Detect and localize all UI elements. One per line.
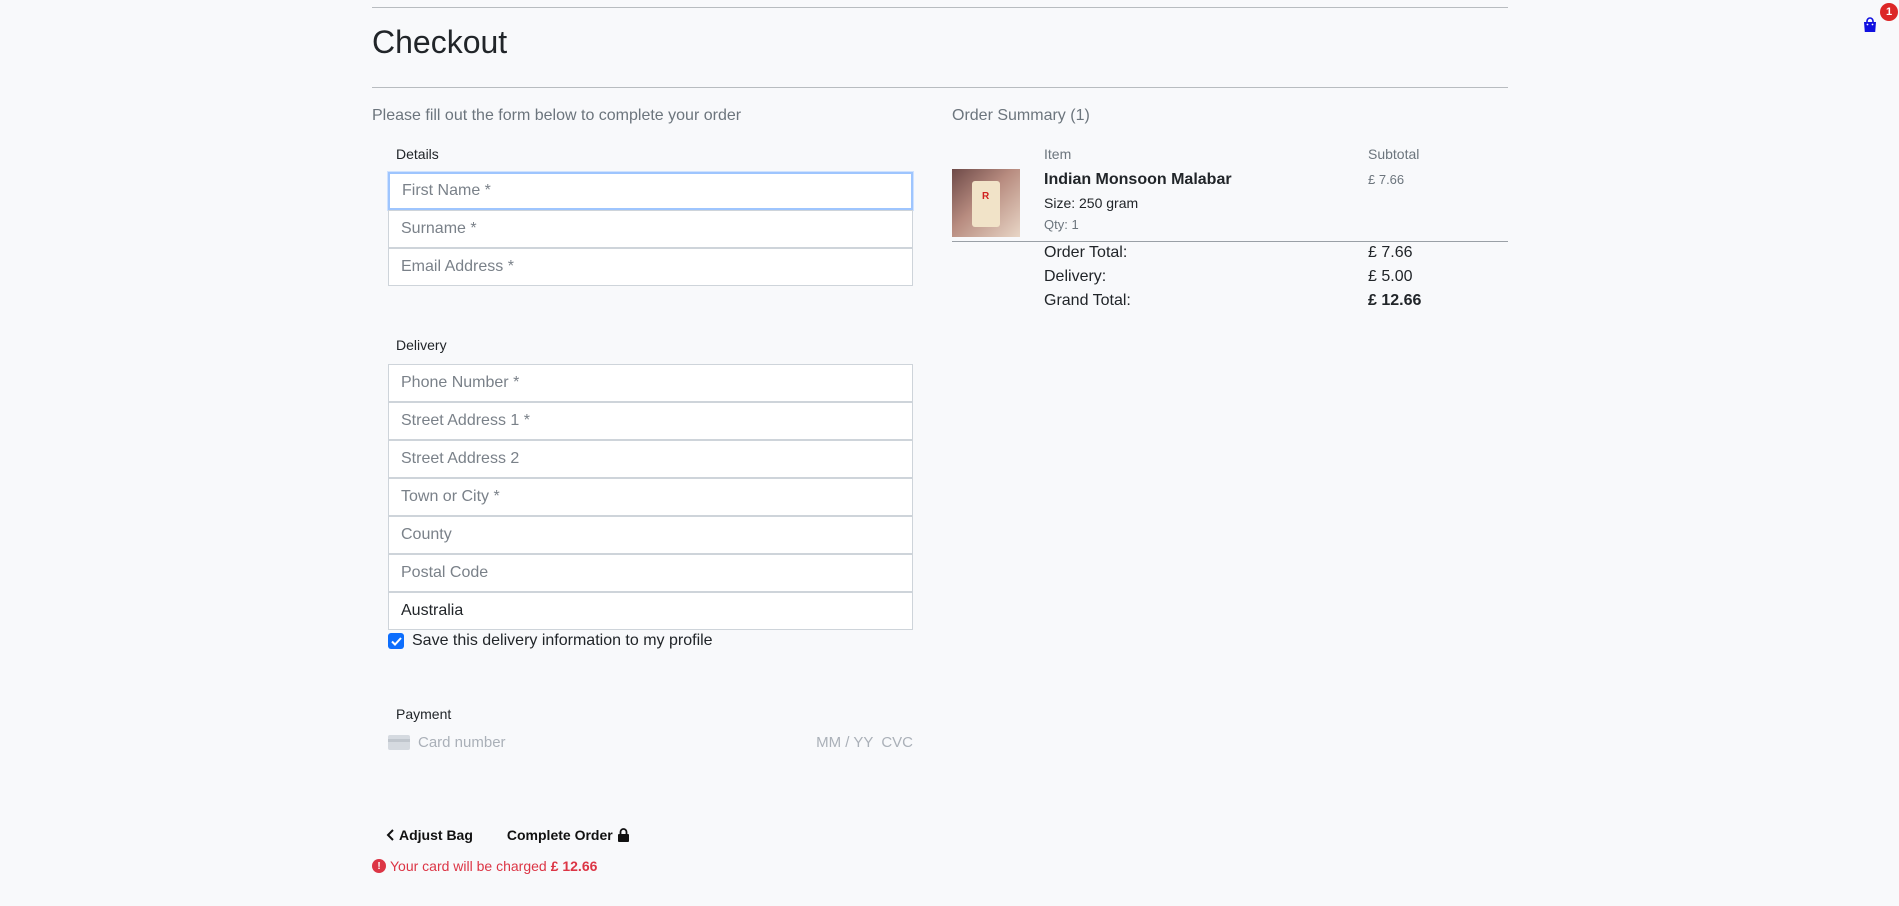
check-icon — [390, 636, 402, 646]
county-input[interactable] — [388, 516, 913, 554]
cart-count-badge: 1 — [1880, 3, 1898, 21]
payment-label: Payment — [396, 706, 452, 722]
phone-input[interactable] — [388, 364, 913, 402]
product-size: Size: 250 gram — [1044, 195, 1139, 211]
order-summary-title: Order Summary (1) — [952, 107, 1090, 124]
save-info-row: Save this delivery information to my pro… — [388, 632, 713, 650]
grand-total-value: £ 12.66 — [1368, 292, 1422, 309]
col-header-item: Item — [1044, 146, 1072, 162]
card-number-field[interactable]: Card number — [418, 734, 506, 751]
title-divider — [372, 87, 1508, 88]
details-label: Details — [396, 146, 439, 162]
delivery-cost-value: £ 5.00 — [1368, 268, 1413, 285]
charge-text: Your card will be charged — [390, 858, 547, 874]
shopping-bag-icon[interactable] — [1862, 17, 1878, 33]
product-logo: R — [982, 191, 990, 202]
card-cvc-field[interactable]: CVC — [881, 734, 913, 751]
charge-notice: ! Your card will be charged £ 12.66 — [372, 858, 597, 874]
exclamation-circle-icon: ! — [372, 859, 386, 873]
grand-total-label: Grand Total: — [1044, 292, 1131, 309]
email-input[interactable] — [388, 248, 913, 286]
top-divider — [372, 7, 1508, 8]
country-value: Australia — [401, 602, 464, 619]
street-address-1-input[interactable] — [388, 402, 913, 440]
town-city-input[interactable] — [388, 478, 913, 516]
form-intro: Please fill out the form below to comple… — [372, 107, 742, 124]
adjust-bag-label: Adjust Bag — [399, 827, 473, 843]
product-subtotal: £ 7.66 — [1368, 172, 1405, 187]
delivery-cost-label: Delivery: — [1044, 268, 1107, 285]
country-select[interactable]: Australia — [388, 592, 913, 630]
summary-divider — [952, 241, 1508, 242]
order-total-label: Order Total: — [1044, 244, 1128, 261]
coffee-bag-graphic: R — [972, 181, 1000, 227]
surname-input[interactable] — [388, 210, 913, 248]
order-total-value: £ 7.66 — [1368, 244, 1413, 261]
lock-icon — [617, 828, 629, 842]
product-name: Indian Monsoon Malabar — [1044, 171, 1232, 188]
card-expiry-field[interactable]: MM / YY — [816, 734, 873, 751]
complete-order-button[interactable]: Complete Order — [507, 827, 630, 843]
save-info-label[interactable]: Save this delivery information to my pro… — [412, 632, 713, 650]
product-qty: Qty: 1 — [1044, 217, 1079, 232]
save-info-checkbox[interactable] — [388, 633, 404, 649]
col-header-subtotal: Subtotal — [1368, 146, 1420, 162]
delivery-label: Delivery — [396, 337, 447, 353]
complete-order-label: Complete Order — [506, 827, 613, 843]
page-title: Checkout — [372, 24, 508, 60]
adjust-bag-button[interactable]: Adjust Bag — [386, 827, 473, 843]
chevron-left-icon — [386, 829, 394, 841]
product-image[interactable]: R — [952, 169, 1020, 237]
postal-code-input[interactable] — [388, 554, 913, 592]
credit-card-icon — [388, 734, 410, 750]
street-address-2-input[interactable] — [388, 440, 913, 478]
charge-amount: £ 12.66 — [550, 858, 598, 874]
first-name-input[interactable] — [388, 172, 913, 210]
action-buttons: Adjust Bag Complete Order — [386, 827, 630, 843]
card-element[interactable]: Card number MM / YY CVC — [388, 731, 913, 753]
